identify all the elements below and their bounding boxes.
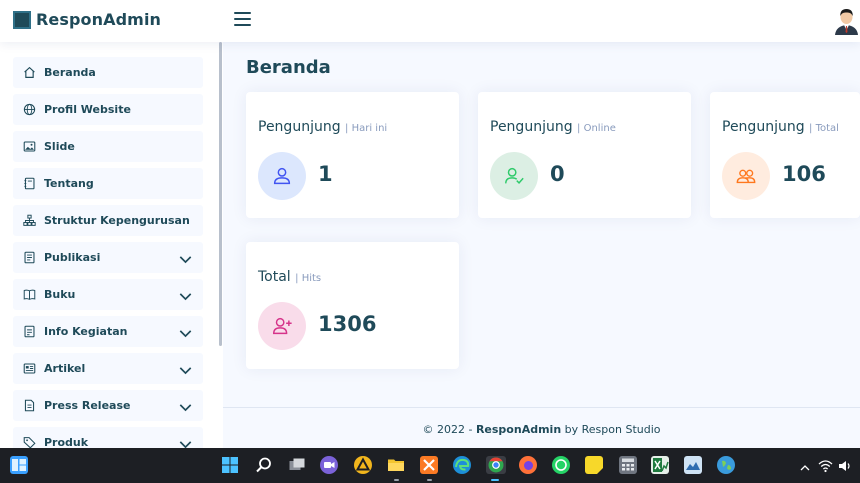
card-value: 1306: [318, 312, 377, 336]
running-indicator: [394, 479, 399, 481]
chrome-icon[interactable]: [486, 456, 506, 474]
stat-card-visitors-total: Pengunjung | Total 106: [710, 92, 860, 218]
person-check-icon: [490, 152, 538, 200]
sidebar: Beranda Profil Website Slide Tentang Str…: [0, 42, 223, 448]
sidebar-item-label: Tentang: [44, 177, 94, 190]
volume-icon[interactable]: [838, 458, 852, 472]
file-explorer-icon[interactable]: [387, 456, 405, 474]
card-title: Total | Hits: [258, 269, 322, 285]
sidebar-item-label: Struktur Kepengurusan: [44, 214, 190, 227]
file-richtext-icon: [24, 325, 35, 338]
footer-copyright: © 2022 -: [422, 423, 473, 436]
globe-app-icon[interactable]: [717, 456, 735, 474]
os-taskbar: [0, 448, 860, 483]
stat-card-total-hits: Total | Hits 1306: [246, 242, 459, 369]
brand-logo[interactable]: ResponAdmin: [13, 10, 161, 29]
card-value: 106: [782, 162, 826, 186]
person-icon: [258, 152, 306, 200]
hamburger-menu-icon[interactable]: [234, 12, 251, 26]
card-subtitle: | Hits: [295, 273, 322, 284]
card-subtitle: | Total: [809, 123, 839, 134]
sidebar-item-label: Artikel: [44, 362, 86, 375]
footer-divider: [223, 407, 860, 408]
active-indicator: [491, 479, 499, 481]
edge-icon[interactable]: [453, 456, 471, 474]
card-value: 0: [550, 162, 565, 186]
sidebar-item-label: Publikasi: [44, 251, 101, 264]
sidebar-item-produk[interactable]: Produk: [13, 427, 203, 448]
windows-start-icon[interactable]: [221, 456, 239, 474]
sidebar-item-tentang[interactable]: Tentang: [13, 168, 203, 199]
person-plus-icon: [258, 302, 306, 350]
card-value: 1: [318, 162, 333, 186]
photos-icon[interactable]: [684, 456, 702, 474]
calculator-icon[interactable]: [619, 456, 637, 474]
sidebar-item-label: Produk: [44, 436, 89, 448]
people-icon: [722, 152, 770, 200]
sidebar-item-publikasi[interactable]: Publikasi: [13, 242, 203, 273]
card-subtitle: | Online: [577, 123, 616, 134]
sticky-notes-icon[interactable]: [585, 456, 603, 474]
footer-credit: by Respon Studio: [564, 423, 661, 436]
chevron-down-icon: [179, 293, 192, 301]
sidebar-item-beranda[interactable]: Beranda: [13, 57, 203, 88]
sidebar-item-label: Profil Website: [44, 103, 131, 116]
widgets-icon[interactable]: [10, 456, 28, 474]
card-title: Pengunjung | Online: [490, 119, 616, 135]
footer-brand: ResponAdmin: [475, 423, 562, 436]
top-header: ResponAdmin: [0, 0, 860, 42]
house-icon: [24, 66, 35, 78]
footer: © 2022 - ResponAdmin by Respon Studio: [223, 423, 860, 436]
sidebar-item-profil-website[interactable]: Profil Website: [13, 94, 203, 125]
user-avatar[interactable]: [833, 5, 860, 35]
sidebar-item-press-release[interactable]: Press Release: [13, 390, 203, 421]
sidebar-item-label: Slide: [44, 140, 75, 153]
task-view-icon[interactable]: [288, 456, 306, 474]
sidebar-item-label: Buku: [44, 288, 76, 301]
card-title: Pengunjung | Hari ini: [258, 119, 388, 135]
search-icon[interactable]: [255, 456, 273, 474]
chevron-down-icon: [179, 441, 192, 448]
card-title: Pengunjung | Total: [722, 119, 839, 135]
sidebar-item-label: Beranda: [44, 66, 96, 79]
running-indicator: [427, 479, 432, 481]
file-earmark-icon: [24, 399, 35, 412]
sidebar-item-label: Info Kegiatan: [44, 325, 128, 338]
globe-icon: [23, 103, 36, 116]
stat-card-visitors-today: Pengunjung | Hari ini 1: [246, 92, 459, 218]
logo-icon: [13, 10, 31, 29]
page-title: Beranda: [246, 57, 331, 78]
chevron-down-icon: [179, 330, 192, 338]
whatsapp-icon[interactable]: [552, 456, 570, 474]
chevron-up-icon[interactable]: [799, 459, 811, 471]
journal-icon: [24, 177, 35, 190]
chevron-down-icon: [179, 256, 192, 264]
sidebar-item-buku[interactable]: Buku: [13, 279, 203, 310]
excel-chart-icon[interactable]: [651, 456, 669, 474]
brand-name: ResponAdmin: [36, 10, 162, 29]
chevron-down-icon: [179, 367, 192, 375]
file-text-icon: [24, 251, 35, 264]
sidebar-item-struktur-kepengurusan[interactable]: Struktur Kepengurusan: [13, 205, 203, 236]
newspaper-icon: [23, 363, 36, 374]
xampp-icon[interactable]: [420, 456, 438, 474]
sidebar-item-info-kegiatan[interactable]: Info Kegiatan: [13, 316, 203, 347]
sidebar-item-label: Press Release: [44, 399, 131, 412]
tag-icon: [23, 437, 36, 448]
card-subtitle: | Hari ini: [345, 123, 388, 134]
firefox-icon[interactable]: [519, 456, 537, 474]
app-icon[interactable]: [354, 456, 372, 474]
teams-chat-icon[interactable]: [320, 456, 338, 474]
stat-card-visitors-online: Pengunjung | Online 0: [478, 92, 691, 218]
sidebar-scrollbar[interactable]: [219, 42, 222, 346]
sidebar-item-artikel[interactable]: Artikel: [13, 353, 203, 384]
wifi-icon[interactable]: [818, 458, 833, 473]
sidebar-item-slide[interactable]: Slide: [13, 131, 203, 162]
book-icon: [23, 289, 36, 300]
image-icon: [23, 141, 36, 152]
chevron-down-icon: [179, 404, 192, 412]
diagram-icon: [23, 214, 36, 226]
